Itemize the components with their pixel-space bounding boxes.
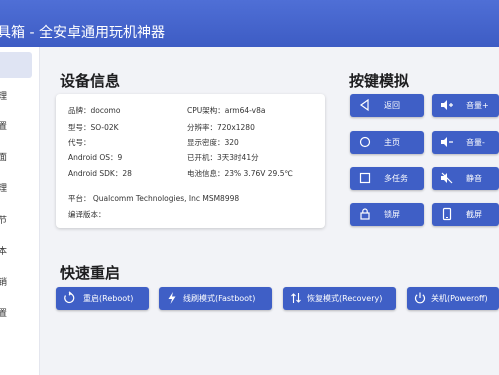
- recovery-button-label: 恢复模式(Recovery): [307, 294, 383, 303]
- reboot-button[interactable]: 重启(Reboot): [56, 287, 149, 310]
- android-os-value: Android OS：9: [68, 153, 123, 162]
- brand-value: 品牌：docomo: [68, 106, 121, 115]
- sidebar-item-5[interactable]: 节: [0, 208, 40, 234]
- sidebar-item-label: 置: [0, 122, 8, 132]
- window-title: 具箱 - 全安卓通用玩机神器: [0, 25, 165, 41]
- density-value: 显示密度：320: [187, 138, 239, 147]
- sidebar-item-label: 置: [0, 309, 8, 319]
- volume-up-icon: [440, 98, 454, 112]
- sidebar: 理 置 面 理 节 本 销 置: [0, 47, 40, 375]
- battery-value: 电池信息：23% 3.76V 29.5℃: [187, 169, 293, 178]
- recents-button[interactable]: 多任务: [350, 167, 424, 190]
- lock-screen-button-label: 锁屏: [384, 210, 400, 219]
- sidebar-item-7[interactable]: 销: [0, 270, 40, 296]
- home-circle-icon: [358, 135, 372, 149]
- sidebar-item-label: 节: [0, 216, 8, 226]
- sidebar-item-6[interactable]: 本: [0, 239, 40, 265]
- sidebar-item-home[interactable]: [0, 52, 32, 78]
- platform-value: 平台： Qualcomm Technologies, Inc MSM8998: [68, 194, 240, 203]
- back-button[interactable]: 返回: [350, 94, 424, 117]
- volume-down-icon: [440, 135, 454, 149]
- android-sdk-value: Android SDK：28: [68, 169, 132, 178]
- lock-icon: [358, 207, 372, 221]
- volume-up-button[interactable]: 音量+: [432, 94, 499, 117]
- resolution-value: 分辨率：720x1280: [187, 123, 255, 132]
- sidebar-item-label: 面: [0, 153, 8, 163]
- title-bar: 具箱 - 全安卓通用玩机神器: [0, 0, 499, 47]
- mute-button[interactable]: 静音: [432, 167, 499, 190]
- home-button[interactable]: 主页: [350, 131, 424, 154]
- flash-icon: [165, 291, 179, 305]
- sidebar-item-8[interactable]: 置: [0, 301, 40, 327]
- recovery-icon: [289, 291, 303, 305]
- sidebar-item-label: 销: [0, 278, 8, 288]
- volume-up-button-label: 音量+: [466, 101, 489, 110]
- home-button-label: 主页: [384, 138, 400, 147]
- recovery-button[interactable]: 恢复模式(Recovery): [283, 287, 396, 310]
- fastboot-button[interactable]: 线刷模式(Fastboot): [159, 287, 272, 310]
- sidebar-item-label: 理: [0, 184, 8, 194]
- build-value: 编译版本：: [68, 210, 106, 219]
- poweroff-button-label: 关机(Poweroff): [431, 294, 488, 303]
- key-sim-title: 按键模拟: [349, 72, 410, 90]
- mute-button-label: 静音: [466, 174, 482, 183]
- mute-icon: [440, 171, 454, 185]
- sidebar-item-2[interactable]: 置: [0, 114, 40, 140]
- reboot-button-label: 重启(Reboot): [83, 294, 134, 303]
- poweroff-button[interactable]: 关机(Poweroff): [407, 287, 499, 310]
- volume-down-button-label: 音量-: [466, 138, 485, 147]
- back-button-label: 返回: [384, 101, 400, 110]
- sidebar-item-label: 本: [0, 247, 8, 257]
- sidebar-item-3[interactable]: 面: [0, 145, 40, 171]
- back-triangle-icon: [358, 98, 372, 112]
- device-info-title: 设备信息: [60, 72, 121, 90]
- volume-down-button[interactable]: 音量-: [432, 131, 499, 154]
- power-icon: [413, 291, 427, 305]
- uptime-value: 已开机：3天3时41分: [187, 153, 259, 162]
- recents-square-icon: [358, 171, 372, 185]
- quick-reboot-title: 快速重启: [60, 264, 121, 282]
- sidebar-item-4[interactable]: 理: [0, 176, 40, 202]
- sidebar-item-1[interactable]: 理: [0, 84, 40, 110]
- device-info-card: 品牌：docomo CPU架构：arm64-v8a 型号：SO-02K 分辨率：…: [56, 94, 325, 228]
- screenshot-button[interactable]: 截屏: [432, 203, 499, 226]
- screenshot-icon: [440, 207, 454, 221]
- sidebar-item-label: 理: [0, 92, 8, 102]
- recents-button-label: 多任务: [384, 174, 408, 183]
- screenshot-button-label: 截屏: [466, 210, 482, 219]
- codename-value: 代号：: [68, 138, 91, 147]
- restart-icon: [62, 291, 76, 305]
- lock-screen-button[interactable]: 锁屏: [350, 203, 424, 226]
- cpu-arch-value: CPU架构：arm64-v8a: [187, 106, 266, 115]
- model-value: 型号：SO-02K: [68, 123, 119, 132]
- fastboot-button-label: 线刷模式(Fastboot): [183, 294, 256, 303]
